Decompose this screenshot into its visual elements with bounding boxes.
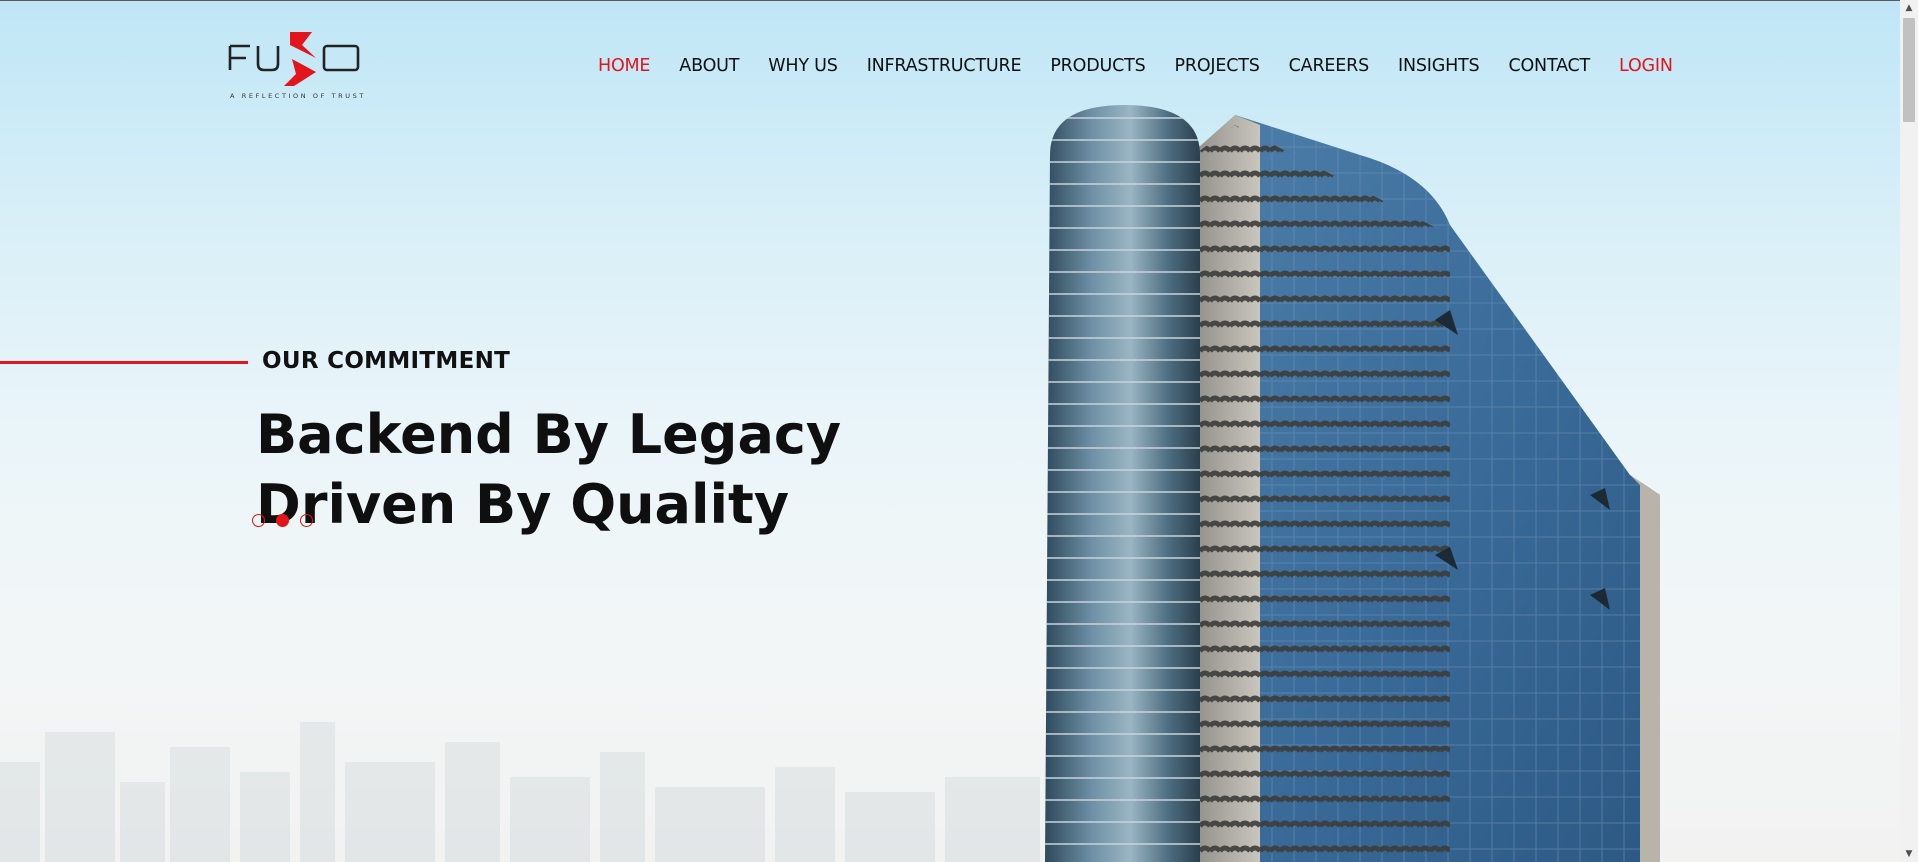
- window-top-border: [0, 0, 1918, 1]
- arrow-up-icon[interactable]: ▲: [1900, 0, 1918, 16]
- scrollbar-thumb[interactable]: [1903, 18, 1915, 122]
- nav-about[interactable]: ABOUT: [679, 56, 739, 76]
- fuso-logo[interactable]: A REFLECTION OF TRUST: [228, 28, 366, 104]
- nav-contact[interactable]: CONTACT: [1508, 56, 1590, 76]
- nav-infrastructure[interactable]: INFRASTRUCTURE: [867, 56, 1022, 76]
- slider-dot-1[interactable]: [252, 514, 265, 527]
- logo-mark: [228, 32, 360, 86]
- hero-headline: Backend By Legacy Driven By Quality: [256, 400, 841, 540]
- page: A REFLECTION OF TRUST HOME ABOUT WHY US …: [0, 0, 1918, 862]
- nav-insights[interactable]: INSIGHTS: [1398, 56, 1480, 76]
- slider-dots: [252, 514, 324, 527]
- slider-dot-3[interactable]: [300, 514, 313, 527]
- nav-login[interactable]: LOGIN: [1619, 56, 1673, 76]
- logo-tagline: A REFLECTION OF TRUST: [230, 92, 366, 100]
- hero-headline-line2: Driven By Quality: [256, 473, 790, 536]
- slider-dot-2[interactable]: [276, 514, 289, 527]
- arrow-down-icon[interactable]: ▼: [1900, 846, 1918, 862]
- hero-building-image: [1045, 105, 1660, 862]
- nav-home[interactable]: HOME: [598, 56, 650, 76]
- page-scrollbar[interactable]: ▲ ▼: [1900, 0, 1918, 862]
- skyline-background: [0, 722, 1040, 862]
- nav-projects[interactable]: PROJECTS: [1175, 56, 1260, 76]
- nav-careers[interactable]: CAREERS: [1289, 56, 1370, 76]
- eyebrow-accent-line: [0, 361, 248, 364]
- hero-headline-line1: Backend By Legacy: [256, 403, 842, 466]
- hero-eyebrow: OUR COMMITMENT: [262, 348, 511, 374]
- main-nav: HOME ABOUT WHY US INFRASTRUCTURE PRODUCT…: [598, 56, 1673, 76]
- nav-why-us[interactable]: WHY US: [768, 56, 838, 76]
- nav-products[interactable]: PRODUCTS: [1050, 56, 1145, 76]
